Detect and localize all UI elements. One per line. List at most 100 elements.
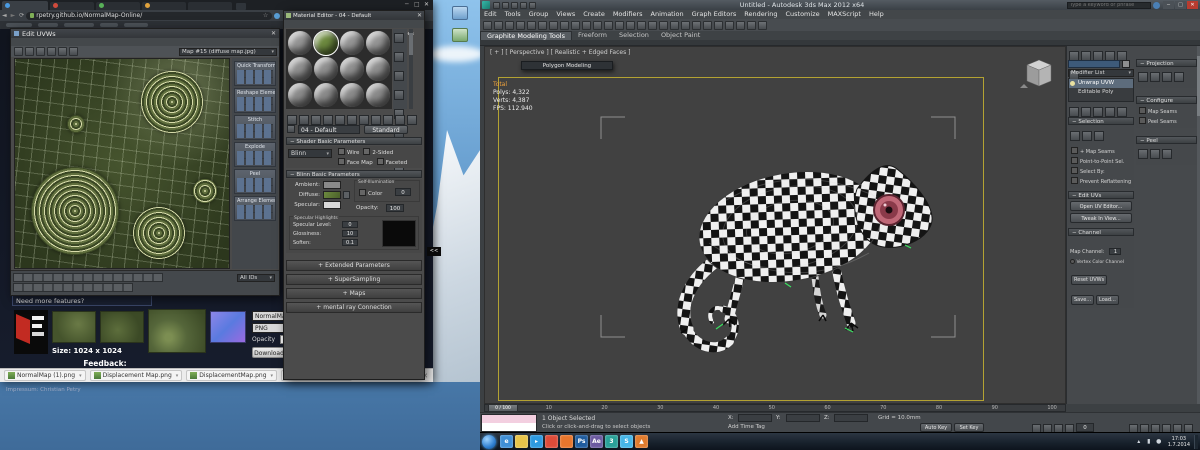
curve-editor-icon[interactable]	[703, 20, 712, 30]
uv-canvas[interactable]	[14, 58, 230, 269]
ambient-swatch[interactable]	[323, 181, 341, 189]
map-channel-spinner[interactable]: 1	[1109, 248, 1122, 255]
edge-icon[interactable]	[1082, 131, 1092, 141]
timeline-tick[interactable]: 40	[713, 405, 719, 411]
object-color-swatch[interactable]	[1122, 60, 1130, 68]
angle-snap-icon[interactable]	[648, 20, 657, 30]
sample-uv-tiling-icon[interactable]	[394, 90, 404, 100]
viewport-label[interactable]: [ + ] [ Perspective ] [ Realistic + Edge…	[490, 49, 630, 56]
cylindrical-map-icon[interactable]	[1150, 72, 1160, 82]
bookmark-item[interactable]	[6, 23, 32, 27]
help-icon[interactable]	[1153, 1, 1160, 9]
bookmark-star-icon[interactable]: ☆	[263, 12, 268, 19]
sample-slot[interactable]	[340, 83, 364, 107]
undo-icon[interactable]	[483, 20, 492, 30]
crossing-icon[interactable]	[571, 20, 580, 30]
material-editor-titlebar[interactable]: Material Editor - 04 - Default ✕	[284, 11, 424, 20]
download-item[interactable]: NormalMap (1).png	[4, 370, 86, 381]
redo-icon[interactable]	[529, 1, 536, 9]
x-coord-field[interactable]	[738, 414, 772, 422]
close-window-icon[interactable]: ✕	[424, 2, 430, 8]
timeline-tick[interactable]: 10	[546, 405, 552, 411]
texture-thumbnail[interactable]	[100, 311, 144, 343]
uv-icon-strip[interactable]	[13, 273, 163, 282]
infocenter-search[interactable]	[1067, 1, 1151, 9]
network-icon[interactable]: ▮	[1145, 438, 1153, 446]
shader-params-header[interactable]: Shader Basic Parameters	[286, 137, 422, 145]
y-coord-field[interactable]	[786, 414, 820, 422]
select-object-icon[interactable]	[538, 20, 547, 30]
open-uv-editor-button[interactable]: Open UV Editor...	[1070, 201, 1132, 211]
menu-item[interactable]: Graph Editors	[688, 10, 741, 19]
close-icon[interactable]: ✕	[417, 12, 424, 19]
new-tab-button[interactable]	[236, 3, 246, 10]
layer-manager-icon[interactable]	[692, 20, 701, 30]
put-to-library-icon[interactable]	[347, 115, 357, 125]
forward-icon[interactable]: ►	[11, 12, 16, 19]
material-editor-icon[interactable]	[725, 20, 734, 30]
schematic-view-icon[interactable]	[714, 20, 723, 30]
shader-checkbox[interactable]: Faceted	[377, 158, 407, 166]
maximize-window-icon[interactable]: □	[414, 2, 420, 8]
max-logo-icon[interactable]	[482, 1, 490, 9]
extension-icon[interactable]	[274, 12, 281, 19]
material-id-icon[interactable]	[359, 115, 369, 125]
render-setup-icon[interactable]	[736, 20, 745, 30]
bookmark-item[interactable]	[100, 23, 118, 27]
browser-tab[interactable]	[188, 2, 232, 10]
media-player-icon[interactable]: ▸	[530, 435, 543, 448]
menu-item[interactable]: Help	[865, 10, 888, 19]
material-rollout-header[interactable]: SuperSampling	[286, 274, 422, 285]
timeline-tick[interactable]: 70	[880, 405, 886, 411]
show-end-result-icon[interactable]	[1081, 107, 1091, 117]
browser-tab[interactable]	[142, 2, 186, 10]
timeline-tick[interactable]: 50	[769, 405, 775, 411]
download-item[interactable]: Displacement Map.png	[89, 370, 183, 381]
blinn-params-header[interactable]: Blinn Basic Parameters	[286, 170, 422, 178]
uv-roll-header[interactable]: Explode	[234, 142, 276, 167]
add-time-tag[interactable]: Add Time Tag	[728, 424, 765, 430]
opacity-value[interactable]: 100	[386, 204, 404, 212]
texture-thumbnail[interactable]	[52, 311, 96, 343]
minimize-window-icon[interactable]: ─	[405, 2, 411, 8]
configure-rollout-header[interactable]: Configure	[1136, 96, 1197, 104]
render-production-icon[interactable]	[758, 20, 767, 30]
make-unique-icon[interactable]	[335, 115, 345, 125]
minimize-window-icon[interactable]: ─	[1163, 1, 1174, 9]
sample-slot[interactable]	[288, 57, 312, 81]
sample-slot[interactable]	[340, 31, 364, 55]
rect-region-icon[interactable]	[560, 20, 569, 30]
current-frame-field[interactable]: 0	[1076, 423, 1094, 432]
ref-coord-icon[interactable]	[615, 20, 624, 30]
channel-rollout-header[interactable]: Channel	[1068, 228, 1134, 236]
desktop-icon[interactable]	[452, 6, 468, 20]
time-slider[interactable]: 0 / 100	[488, 404, 518, 412]
bookmark-item[interactable]	[124, 23, 148, 27]
normalmap-thumbnail[interactable]	[210, 311, 246, 343]
menu-item[interactable]: Tools	[501, 10, 525, 19]
edit-uvs-rollout-header[interactable]: Edit UVs	[1068, 191, 1134, 199]
sample-slot[interactable]	[366, 31, 390, 55]
soften-value[interactable]: 0.1	[342, 239, 358, 246]
material-scrollbar[interactable]	[409, 29, 413, 109]
save-file-icon[interactable]	[511, 1, 518, 9]
vertex-color-radio[interactable]: Vertex Color Channel	[1070, 259, 1132, 265]
sample-slot[interactable]	[340, 57, 364, 81]
snap-icon[interactable]	[69, 47, 78, 56]
align-icon[interactable]	[681, 20, 690, 30]
sample-slot[interactable]	[366, 83, 390, 107]
material-name-field[interactable]: 04 - Default	[298, 125, 360, 134]
timeline-tick[interactable]: 80	[936, 405, 942, 411]
z-coord-field[interactable]	[834, 414, 868, 422]
menu-item[interactable]: Group	[525, 10, 553, 19]
uv-roll-header[interactable]: Quick Transform	[234, 61, 276, 86]
sample-slot[interactable]	[288, 31, 312, 55]
close-icon[interactable]: ✕	[271, 30, 279, 37]
url-field[interactable]: rpetry.github.io/NormalMap-Online/ ☆	[26, 11, 273, 20]
go-to-start-icon[interactable]	[1020, 423, 1029, 432]
box-map-icon[interactable]	[1174, 72, 1184, 82]
remove-modifier-icon[interactable]	[1105, 107, 1115, 117]
configure-option[interactable]: Map Seams	[1139, 107, 1194, 115]
bookmark-item[interactable]	[64, 23, 94, 27]
use-pivot-icon[interactable]	[626, 20, 635, 30]
